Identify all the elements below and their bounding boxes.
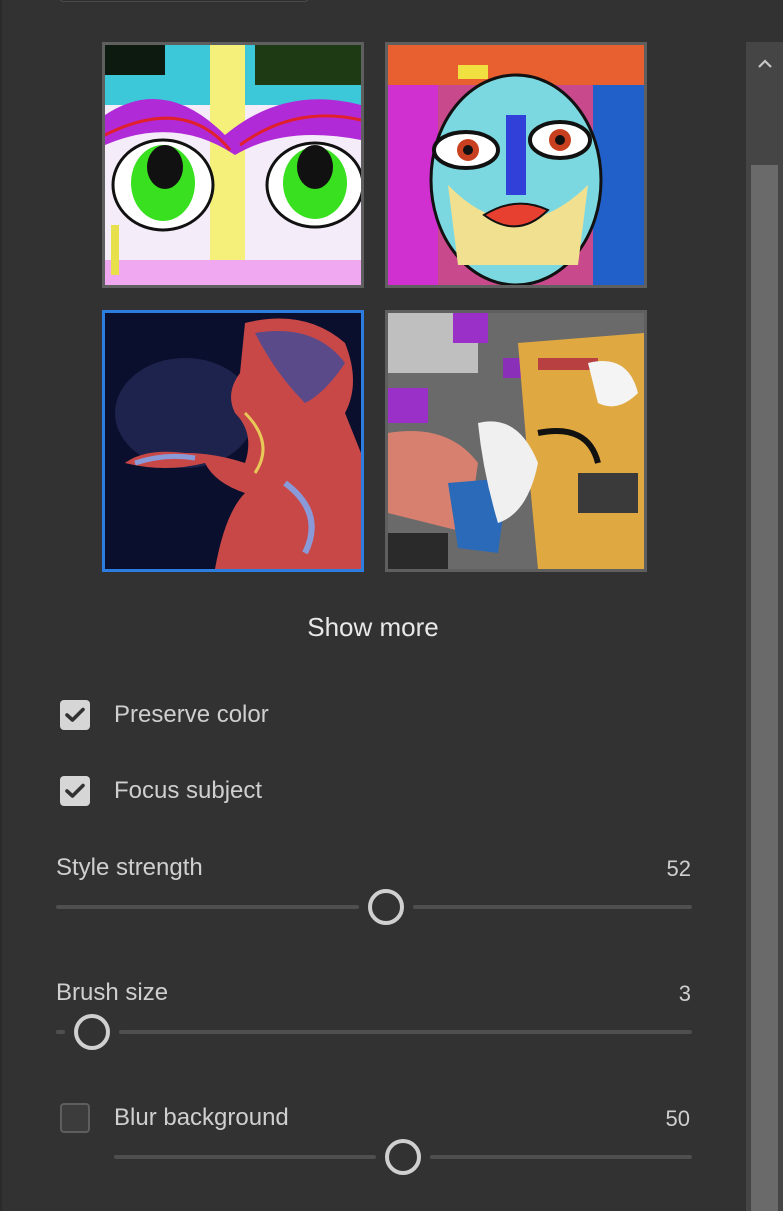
slider-track-empty (119, 1030, 692, 1034)
blur-background-option[interactable]: Blur background (60, 1103, 289, 1133)
preserve-color-label: Preserve color (114, 701, 269, 728)
blur-background-checkbox[interactable] (60, 1103, 90, 1133)
panel-left-edge (0, 0, 2, 1211)
focus-subject-label: Focus subject (114, 777, 263, 804)
thumbnail-image (105, 313, 361, 569)
style-strength-value: 52 (666, 856, 691, 881)
check-icon (65, 707, 85, 722)
slider-track-empty (430, 1155, 692, 1159)
thumbnail-image (388, 45, 644, 285)
style-thumbnail-cubist-abstract[interactable] (385, 310, 647, 572)
blur-background-slider[interactable] (114, 1137, 692, 1177)
chevron-up-icon (757, 59, 772, 68)
slider-track-empty (413, 905, 692, 909)
style-thumbnail-pop-art-eyes[interactable] (102, 42, 364, 288)
preserve-color-option[interactable]: Preserve color (60, 700, 269, 730)
top-input-field[interactable] (58, 0, 310, 2)
slider-thumb[interactable] (385, 1139, 421, 1175)
slider-thumb[interactable] (368, 889, 405, 925)
focus-subject-checkbox[interactable] (60, 776, 90, 806)
slider-track-filled (56, 905, 360, 909)
brush-size-slider[interactable] (56, 1012, 692, 1052)
check-icon (65, 783, 85, 798)
focus-subject-option[interactable]: Focus subject (60, 776, 262, 806)
style-strength-label: Style strength (56, 854, 203, 881)
style-thumbnail-pop-art-face[interactable] (385, 42, 647, 288)
thumbnail-image (388, 313, 644, 569)
scroll-up-button[interactable] (746, 42, 783, 86)
show-more-button[interactable]: Show more (0, 612, 746, 643)
brush-size-value: 3 (678, 981, 691, 1006)
brush-size-label: Brush size (56, 979, 169, 1006)
blur-background-label: Blur background (114, 1104, 289, 1131)
blur-background-value: 50 (665, 1106, 690, 1131)
thumbnail-image (105, 45, 361, 285)
vertical-scrollbar[interactable] (746, 42, 783, 1211)
scrollbar-thumb[interactable] (751, 165, 778, 1211)
style-thumbnail-neon-figure[interactable] (102, 310, 364, 572)
slider-track-filled (56, 1030, 66, 1034)
slider-thumb[interactable] (74, 1014, 111, 1050)
preserve-color-checkbox[interactable] (60, 700, 90, 730)
slider-track-filled (114, 1155, 376, 1159)
style-strength-slider[interactable] (56, 887, 692, 927)
